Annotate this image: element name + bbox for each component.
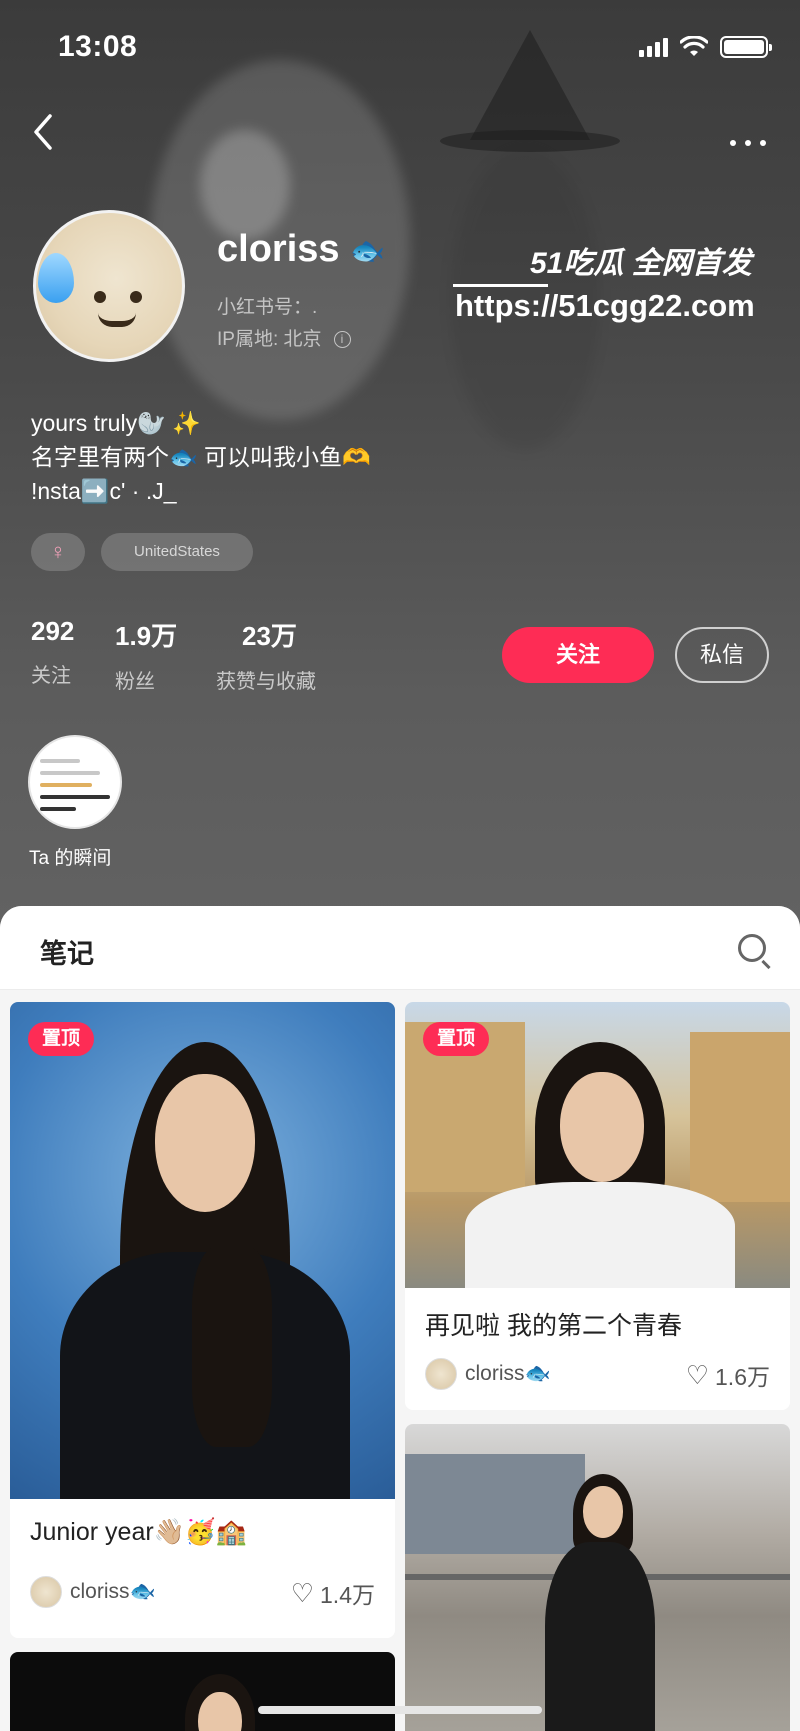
more-options-button[interactable]	[728, 118, 768, 157]
watermark-title: 51吃瓜 全网首发	[530, 247, 752, 280]
message-button[interactable]: 私信	[675, 627, 769, 683]
follow-button[interactable]: 关注	[502, 627, 654, 683]
note-card[interactable]	[10, 1652, 395, 1731]
moment-thumbnail[interactable]	[28, 735, 122, 829]
chevron-left-icon	[34, 114, 52, 150]
pinned-badge: 置顶	[28, 1022, 94, 1056]
like-count[interactable]: ♡ 1.6万	[686, 1358, 770, 1392]
note-card[interactable]: 置顶 再见啦 我的第二个青春 cloriss🐟 ♡ 1.6万	[405, 1002, 790, 1410]
bio-line: !nsta➡️c' · .J_	[31, 478, 177, 504]
heart-icon: ♡	[685, 1359, 710, 1390]
pinned-badge: 置顶	[423, 1022, 489, 1056]
moment-label: Ta 的瞬间	[29, 848, 112, 869]
wifi-icon	[680, 36, 708, 56]
home-indicator[interactable]	[258, 1706, 542, 1714]
stat-following[interactable]: 292 关注	[31, 616, 74, 688]
note-author[interactable]: cloriss🐟	[425, 1358, 551, 1390]
status-time: 13:08	[58, 30, 138, 63]
bio-line: 名字里有两个🐟 可以叫我小鱼🫶	[31, 444, 371, 470]
avatar	[425, 1358, 457, 1390]
search-icon[interactable]	[738, 934, 766, 962]
note-cover-image	[405, 1424, 790, 1731]
fish-emoji: 🐟	[350, 235, 385, 267]
tab-notes[interactable]: 笔记	[40, 932, 94, 971]
battery-icon	[720, 36, 772, 58]
status-bar: 13:08	[0, 0, 800, 90]
note-card[interactable]	[405, 1424, 790, 1731]
back-button[interactable]	[30, 112, 66, 156]
note-cover-image	[10, 1002, 395, 1499]
notes-header: 笔记	[0, 906, 800, 990]
note-cover-image	[10, 1652, 395, 1731]
watermark-url: https://51cgg22.com	[455, 288, 755, 323]
like-count[interactable]: ♡ 1.4万	[291, 1576, 375, 1610]
note-card[interactable]: 置顶 Junior year👋🏼🥳🏫 cloriss🐟 ♡ 1.4万	[10, 1002, 395, 1638]
ip-location: IP属地: 北京 i	[217, 324, 351, 351]
stat-likes[interactable]: 23万 获赞与收藏	[216, 616, 316, 694]
note-title: 再见啦 我的第二个青春	[425, 1312, 682, 1340]
gender-tag: ♀	[31, 533, 85, 571]
sweat-drop-icon	[38, 253, 74, 303]
profile-avatar[interactable]	[33, 210, 185, 362]
bio-line: yours truly🦭 ✨	[31, 410, 201, 436]
region-tag: UnitedStates	[101, 533, 253, 571]
profile-username: cloriss 🐟	[217, 228, 385, 270]
note-author[interactable]: cloriss🐟	[30, 1576, 156, 1608]
avatar	[30, 1576, 62, 1608]
xhs-id: 小红书号：.	[217, 297, 318, 318]
profile-bio: yours truly🦭 ✨ 名字里有两个🐟 可以叫我小鱼🫶 !nsta➡️c'…	[31, 406, 371, 508]
signal-icon	[639, 37, 668, 57]
info-icon[interactable]: i	[333, 331, 351, 349]
more-dots-icon	[730, 140, 766, 146]
heart-icon: ♡	[290, 1577, 315, 1608]
stat-followers[interactable]: 1.9万 粉丝	[115, 616, 177, 694]
note-title: Junior year👋🏼🥳🏫	[30, 1518, 248, 1546]
watermark: 51吃瓜 全网首发 https://51cgg22.com	[453, 238, 755, 324]
notes-panel: 笔记 置顶 Junior year👋🏼🥳🏫 cloriss🐟 ♡ 1.4万 置顶…	[0, 906, 800, 1731]
